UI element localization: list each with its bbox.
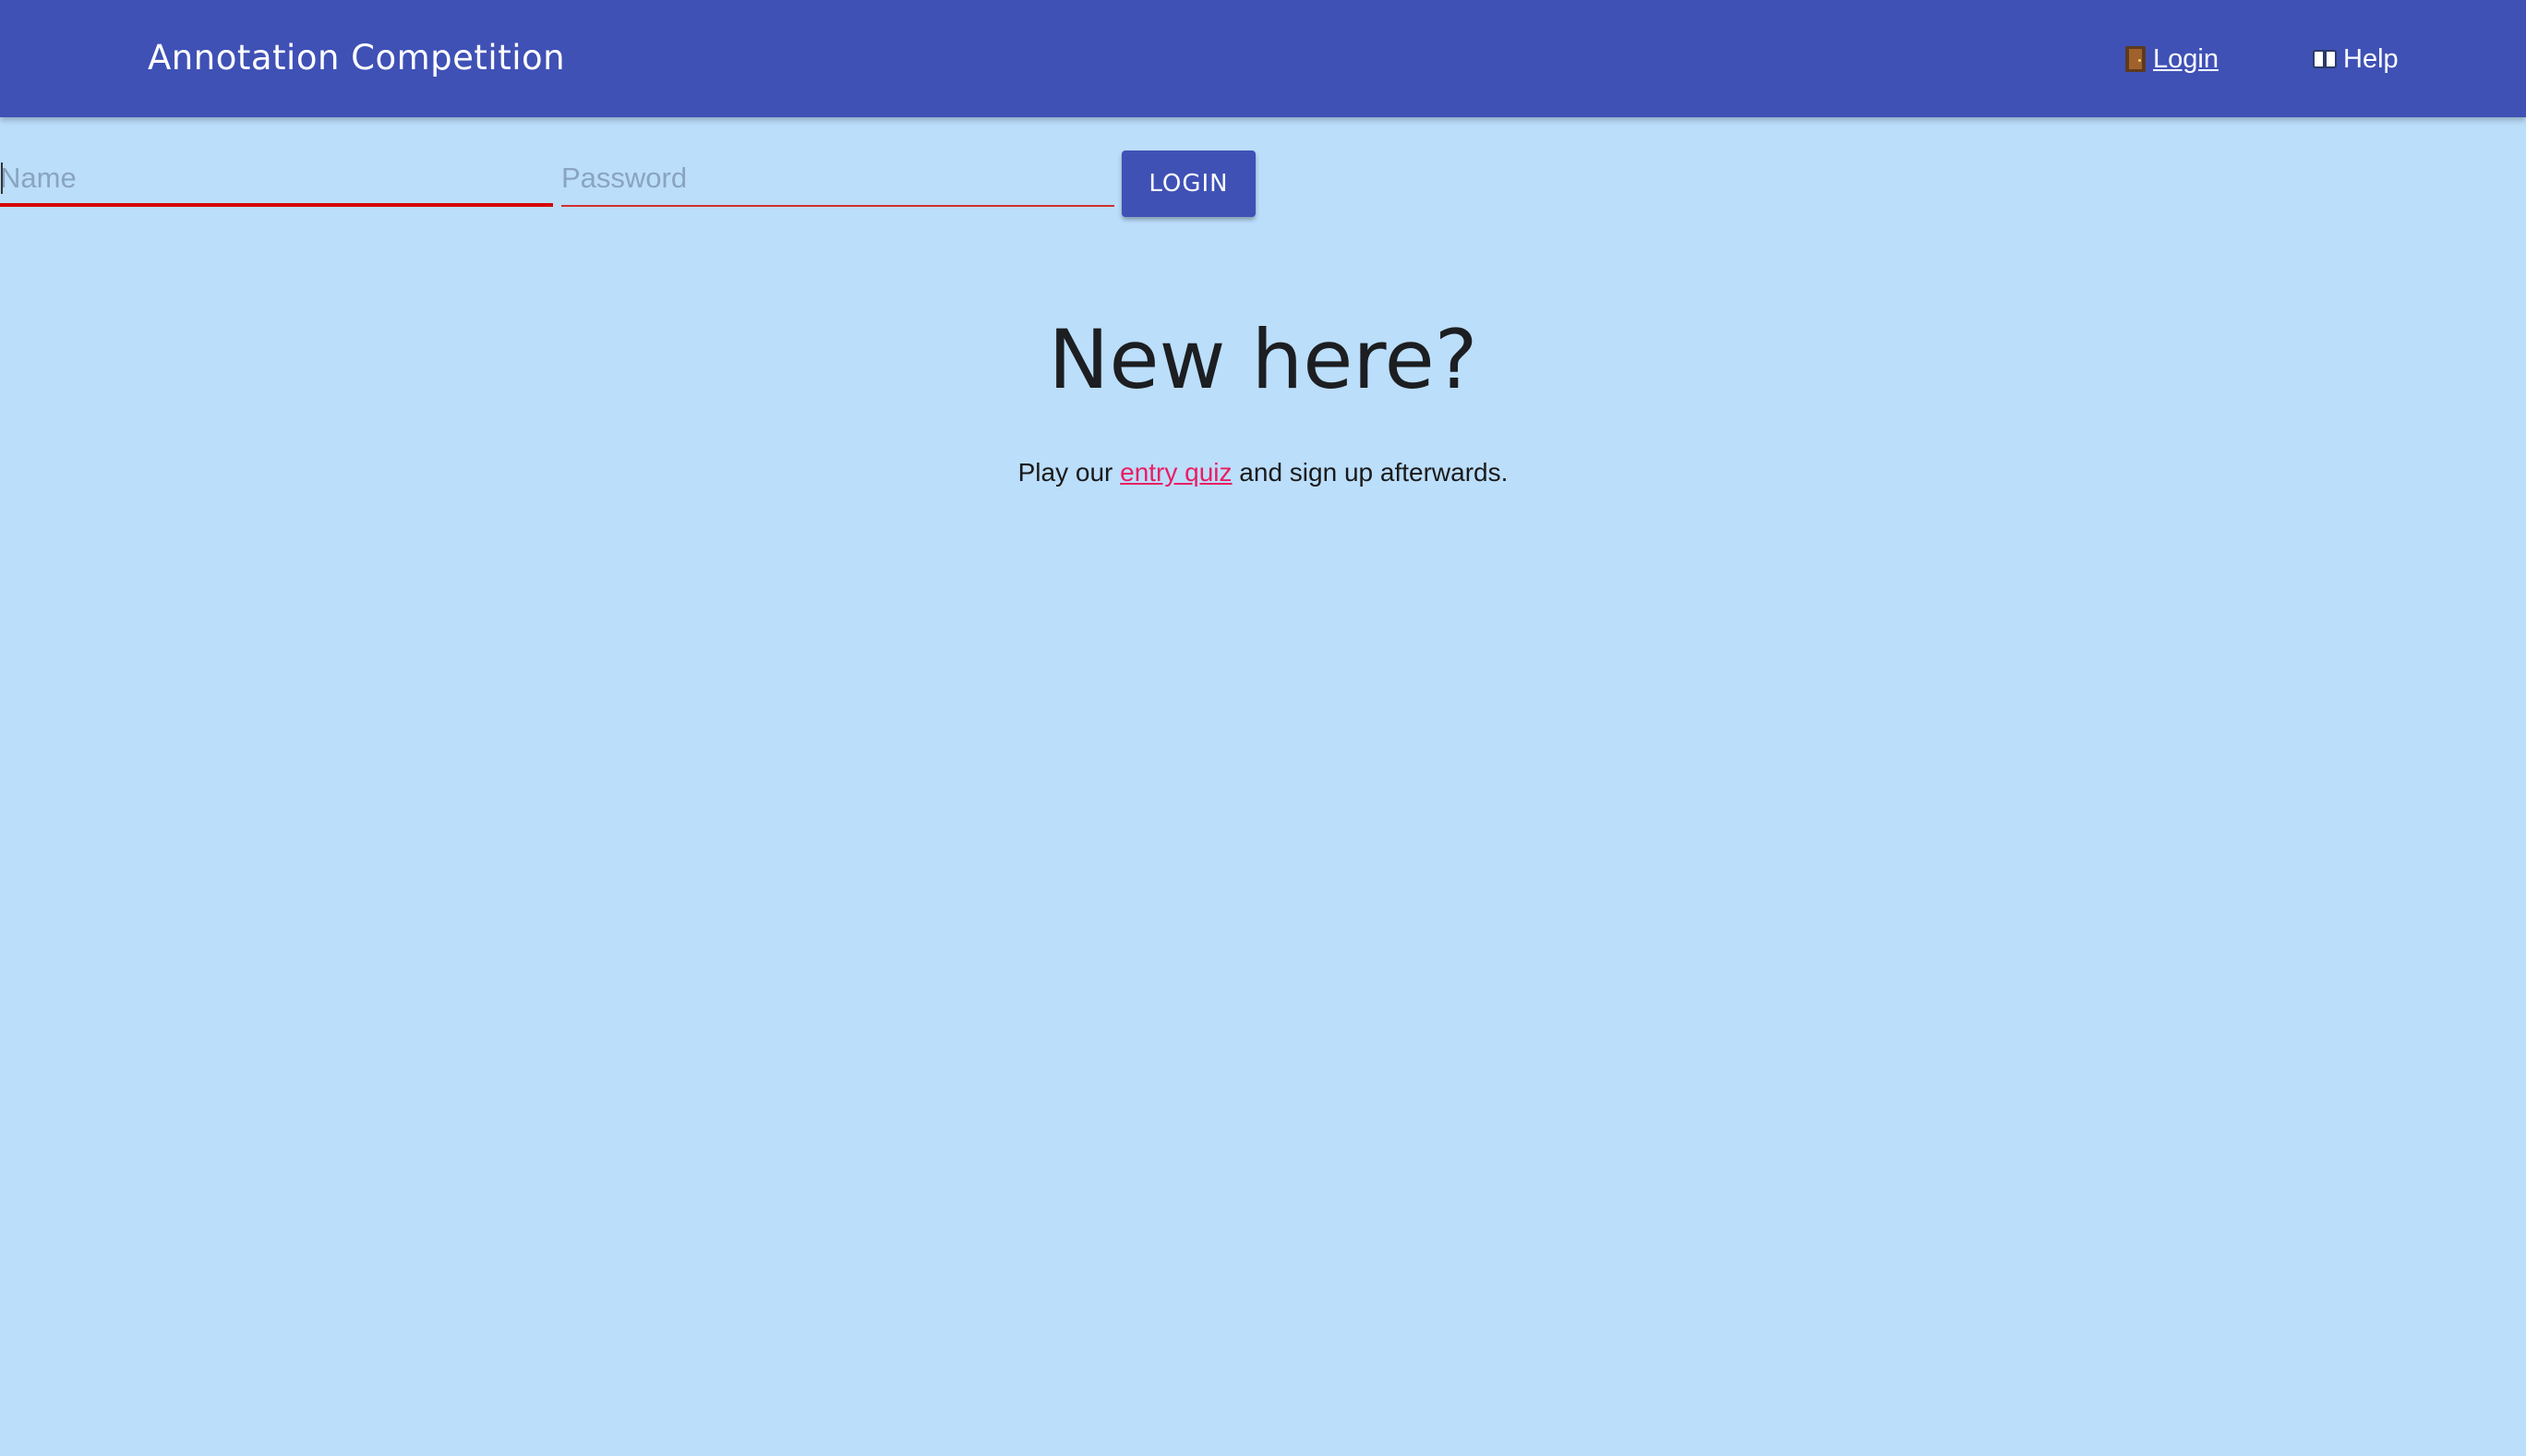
text-caret [1, 162, 3, 194]
entry-quiz-link[interactable]: entry quiz [1120, 458, 1232, 487]
signup-headline: New here? [1048, 312, 1478, 407]
signup-text-before: Play our [1017, 458, 1121, 487]
signup-text: Play our entry quiz and sign up afterwar… [0, 454, 2526, 491]
nav-login-label: Login [2153, 44, 2219, 74]
login-button[interactable]: LOGIN [1122, 150, 1256, 217]
name-field [0, 155, 553, 207]
password-input[interactable] [561, 155, 1114, 201]
app-title: Annotation Competition [148, 38, 566, 78]
nav-help-link[interactable]: Help [2312, 41, 2399, 78]
name-input[interactable] [0, 155, 553, 201]
door-icon [2122, 44, 2147, 74]
book-icon [2312, 44, 2338, 74]
signup-text-after: and sign up afterwards. [1232, 458, 1509, 487]
nav-login-link[interactable]: Login [2122, 41, 2219, 78]
password-field [561, 155, 1114, 207]
app-bar: Annotation Competition Login Help [0, 0, 2526, 117]
nav-help-label: Help [2343, 44, 2399, 74]
